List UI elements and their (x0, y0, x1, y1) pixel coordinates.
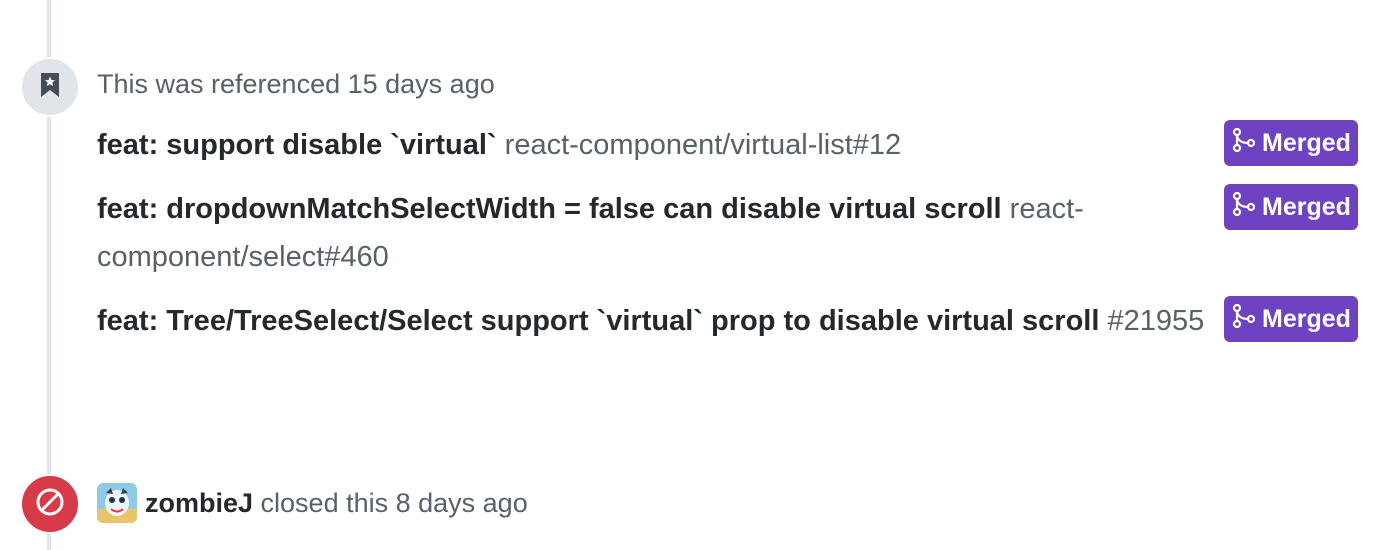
closed-action-label: closed this 8 days ago (260, 487, 528, 518)
merged-badge: Merged (1224, 296, 1358, 342)
reference-id-link[interactable]: #21955 (1107, 305, 1204, 337)
closed-action-text: closed this 8 days ago (253, 488, 528, 519)
reference-title-link[interactable]: feat: dropdownMatchSelectWidth = false c… (97, 193, 1002, 225)
bookmark-icon (40, 72, 60, 103)
reference-badge (20, 57, 80, 117)
merged-label: Merged (1262, 304, 1351, 333)
circle-slash-icon (35, 487, 65, 522)
git-merge-icon (1232, 191, 1256, 224)
closed-event: zombieJ closed this 8 days ago (97, 482, 528, 524)
merged-label: Merged (1262, 192, 1351, 221)
reference-title-link[interactable]: feat: Tree/TreeSelect/Select support `vi… (97, 305, 1099, 337)
reference-item: feat: Tree/TreeSelect/Select support `vi… (97, 297, 1207, 345)
reference-id-link[interactable]: react-component/virtual-list#12 (505, 129, 902, 161)
reference-title-link[interactable]: feat: support disable `virtual` (97, 129, 497, 161)
author-link[interactable]: zombieJ (145, 488, 253, 519)
reference-header: This was referenced 15 days ago (97, 69, 495, 99)
avatar[interactable] (97, 483, 145, 523)
git-merge-icon (1232, 127, 1256, 160)
merged-badge: Merged (1224, 120, 1358, 166)
reference-item: feat: dropdownMatchSelectWidth = false c… (97, 185, 1207, 281)
git-merge-icon (1232, 303, 1256, 336)
reference-item: feat: support disable `virtual` react-co… (97, 121, 1207, 169)
merged-label: Merged (1262, 128, 1351, 157)
closed-badge (20, 474, 80, 534)
merged-badge: Merged (1224, 184, 1358, 230)
